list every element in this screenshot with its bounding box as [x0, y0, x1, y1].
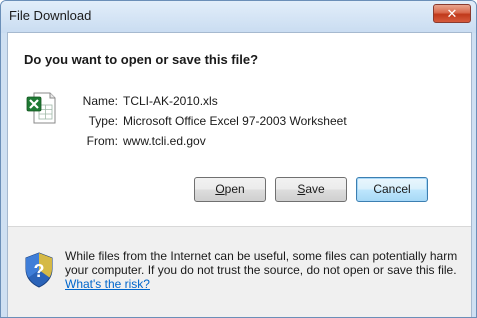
warning-message: While files from the Internet can be use… [65, 249, 460, 291]
file-download-dialog: File Download ✕ Do you want to open or s… [0, 0, 477, 318]
close-button[interactable]: ✕ [433, 4, 471, 23]
dialog-body: Do you want to open or save this file? N… [7, 32, 472, 317]
warning-text: While files from the Internet can be use… [65, 249, 458, 277]
security-warning-panel: ? While files from the Internet can be u… [8, 227, 471, 317]
open-button[interactable]: Open [194, 177, 266, 202]
type-label: Type: [88, 114, 118, 128]
save-label-rest: ave [305, 182, 325, 196]
from-label: From: [86, 134, 118, 148]
from-value: www.tcli.ed.gov [123, 134, 206, 148]
name-value: TCLI-AK-2010.xls [123, 94, 218, 108]
window-title: File Download [9, 8, 92, 23]
svg-text:?: ? [34, 261, 45, 281]
cancel-button[interactable]: Cancel [356, 177, 428, 202]
whats-the-risk-link[interactable]: What's the risk? [65, 277, 150, 291]
security-shield-icon: ? [25, 252, 53, 288]
close-icon: ✕ [446, 6, 458, 21]
name-label: Name: [82, 94, 118, 108]
type-value: Microsoft Office Excel 97-2003 Worksheet [123, 114, 347, 128]
save-button[interactable]: Save [275, 177, 347, 202]
dialog-question: Do you want to open or save this file? [24, 52, 259, 67]
open-label-rest: pen [224, 182, 245, 196]
open-mnemonic: O [215, 182, 225, 196]
title-bar[interactable]: File Download ✕ [1, 1, 476, 33]
